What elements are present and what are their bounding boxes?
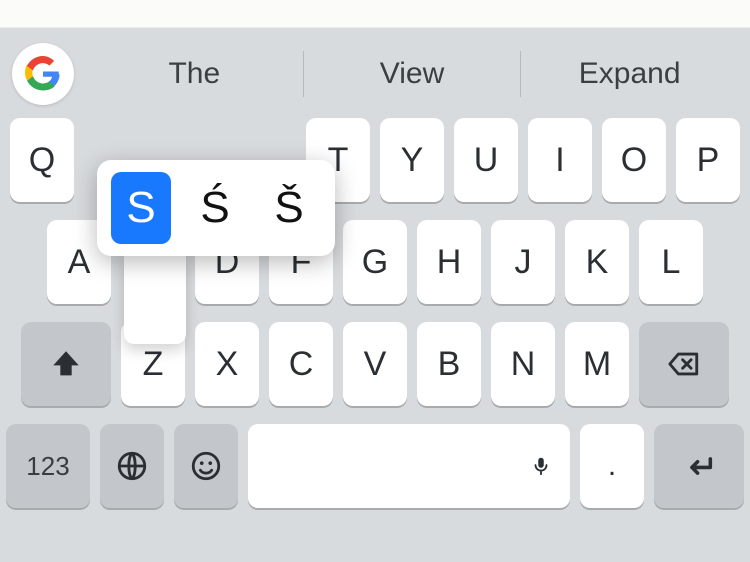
key-q[interactable]: Q: [10, 118, 74, 202]
return-icon: [682, 449, 716, 483]
return-key[interactable]: [654, 424, 744, 508]
key-g[interactable]: G: [343, 220, 407, 304]
key-rows: S Ś Š Q W E R T Y U I O P A D F G H J K …: [0, 114, 750, 508]
emoji-key[interactable]: [174, 424, 238, 508]
popup-option-s[interactable]: S: [111, 172, 171, 244]
google-logo-icon: [25, 56, 61, 92]
google-search-button[interactable]: [12, 43, 74, 105]
shift-icon: [49, 347, 83, 381]
key-i[interactable]: I: [528, 118, 592, 202]
key-n[interactable]: N: [491, 322, 555, 406]
suggestion-3[interactable]: Expand: [521, 57, 738, 91]
space-key[interactable]: [248, 424, 570, 508]
smiley-icon: [189, 449, 223, 483]
key-c[interactable]: C: [269, 322, 333, 406]
keyboard: The View Expand S Ś Š Q W E R T Y U I O …: [0, 28, 750, 562]
key-o[interactable]: O: [602, 118, 666, 202]
key-u[interactable]: U: [454, 118, 518, 202]
key-j[interactable]: J: [491, 220, 555, 304]
popup-stem: [124, 256, 186, 344]
suggestion-row: The View Expand: [0, 34, 750, 114]
long-press-popup: S Ś Š: [97, 160, 335, 256]
key-m[interactable]: M: [565, 322, 629, 406]
key-k[interactable]: K: [565, 220, 629, 304]
suggestion-1[interactable]: The: [86, 57, 303, 91]
mic-icon[interactable]: [530, 455, 552, 477]
popup-option-s-caron[interactable]: Š: [259, 172, 319, 244]
backspace-icon: [667, 347, 701, 381]
row-bottom: 123: [6, 424, 744, 508]
period-key[interactable]: .: [580, 424, 644, 508]
key-h[interactable]: H: [417, 220, 481, 304]
globe-icon: [115, 449, 149, 483]
key-b[interactable]: B: [417, 322, 481, 406]
key-v[interactable]: V: [343, 322, 407, 406]
key-p[interactable]: P: [676, 118, 740, 202]
globe-key[interactable]: [100, 424, 164, 508]
backspace-key[interactable]: [639, 322, 729, 406]
popup-option-s-acute[interactable]: Ś: [185, 172, 245, 244]
key-y[interactable]: Y: [380, 118, 444, 202]
suggestion-2[interactable]: View: [304, 57, 521, 91]
key-x[interactable]: X: [195, 322, 259, 406]
key-l[interactable]: L: [639, 220, 703, 304]
shift-key[interactable]: [21, 322, 111, 406]
row-3: Z X C V B N M: [6, 322, 744, 406]
numbers-key[interactable]: 123: [6, 424, 90, 508]
